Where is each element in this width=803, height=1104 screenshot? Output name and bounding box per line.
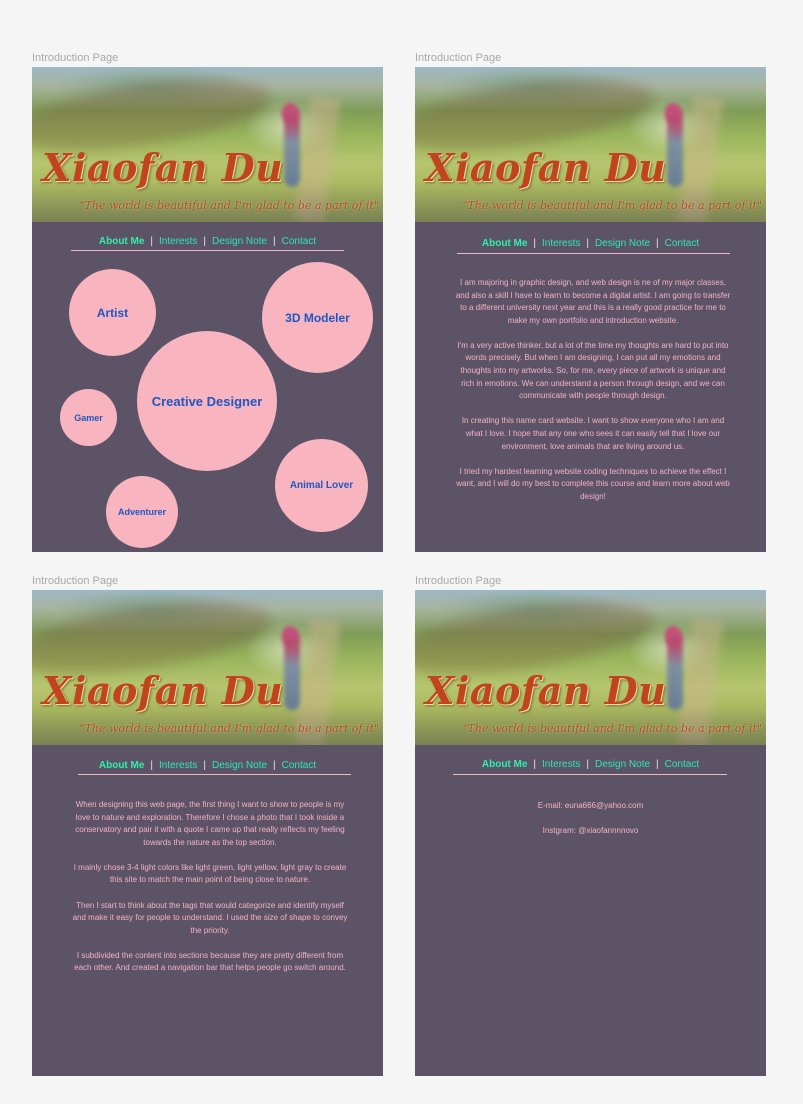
nav-bar: About Me | Interests | Design Note | Contact (32, 760, 383, 771)
hero-figure (667, 107, 683, 187)
hero-banner: Xiaofan Du "The world is beautiful and I… (415, 590, 766, 745)
hero-name: Xiaofan Du (425, 145, 667, 190)
bubble-gamer: Gamer (60, 389, 117, 446)
hero-banner: Xiaofan Du "The world is beautiful and I… (32, 67, 383, 222)
nav-bar: About Me | Interests | Design Note | Contact (415, 759, 766, 770)
nav-contact[interactable]: Contact (665, 759, 699, 770)
frame-label: Introduction Page (415, 575, 502, 587)
nav-bar: About Me | Interests | Design Note | Contact (415, 238, 766, 249)
bubble-animal-lover: Animal Lover (275, 439, 368, 532)
hero-banner: Xiaofan Du "The world is beautiful and I… (415, 67, 766, 222)
nav-interests[interactable]: Interests (542, 238, 580, 249)
frame-label: Introduction Page (32, 52, 119, 64)
nav-separator: | (150, 236, 154, 247)
hero-quote: "The world is beautiful and I'm glad to … (462, 722, 762, 735)
contact-instagram[interactable]: Instgram: @xiaofannnnovo (415, 826, 766, 835)
hero-figure (284, 630, 300, 710)
nav-design-note[interactable]: Design Note (595, 759, 650, 770)
design-note-paragraph: I subdivided the content into sections b… (74, 950, 346, 973)
nav-about-me[interactable]: About Me (482, 238, 528, 249)
nav-design-note[interactable]: Design Note (595, 238, 650, 249)
nav-interests[interactable]: Interests (159, 760, 197, 771)
nav-separator: | (203, 760, 206, 771)
nav-about-me[interactable]: About Me (99, 236, 145, 247)
about-paragraph: I'm a very active thinker, but a lot of … (457, 340, 729, 401)
nav-contact[interactable]: Contact (282, 236, 316, 247)
about-paragraph: I am majoring in graphic design, and web… (455, 278, 731, 325)
nav-bar: About Me | Interests | Design Note | Contact (32, 236, 383, 247)
about-paragraph: I tried my hardest learning website codi… (456, 466, 730, 501)
nav-separator: | (586, 238, 589, 249)
nav-interests[interactable]: Interests (542, 759, 580, 770)
nav-underline (71, 250, 344, 251)
nav-underline (457, 253, 730, 254)
design-note-paragraph: When designing this web page, the first … (75, 800, 345, 847)
nav-separator: | (533, 238, 537, 249)
hero-name: Xiaofan Du (42, 145, 284, 190)
hero-figure (667, 630, 683, 710)
hero-name: Xiaofan Du (42, 668, 284, 713)
nav-design-note[interactable]: Design Note (212, 236, 267, 247)
hero-name: Xiaofan Du (425, 668, 667, 713)
bubble-3d-modeler: 3D Modeler (262, 262, 373, 373)
hero-quote: "The world is beautiful and I'm glad to … (79, 199, 379, 212)
nav-interests[interactable]: Interests (159, 236, 197, 247)
nav-about-me[interactable]: About Me (482, 759, 528, 770)
design-note-text: When designing this web page, the first … (72, 799, 348, 988)
hero-quote: "The world is beautiful and I'm glad to … (79, 722, 379, 735)
about-paragraph: In creating this name card website. I wa… (461, 416, 725, 451)
frame-label: Introduction Page (32, 575, 119, 587)
frame-label: Introduction Page (415, 52, 502, 64)
hero-quote: "The world is beautiful and I'm glad to … (462, 199, 762, 212)
nav-contact[interactable]: Contact (665, 238, 699, 249)
contact-email[interactable]: E-mail: euna666@yahoo.com (415, 801, 766, 810)
intro-frame-design-note: Xiaofan Du "The world is beautiful and I… (32, 590, 383, 1076)
nav-separator: | (150, 760, 154, 771)
nav-separator: | (203, 236, 206, 247)
intro-frame-contact: Xiaofan Du "The world is beautiful and I… (415, 590, 766, 1076)
bubble-adventurer: Adventurer (106, 476, 178, 548)
nav-separator: | (586, 759, 589, 770)
nav-separator: | (273, 760, 276, 771)
nav-design-note[interactable]: Design Note (212, 760, 267, 771)
design-note-paragraph: I mainly chose 3-4 light colors like lig… (73, 862, 347, 885)
design-note-paragraph: Then I start to think about the tags tha… (72, 900, 348, 935)
intro-frame-bubbles: Xiaofan Du "The world is beautiful and I… (32, 67, 383, 552)
bubble-creative-designer: Creative Designer (137, 331, 277, 471)
nav-underline (78, 774, 351, 775)
nav-separator: | (273, 236, 276, 247)
nav-separator: | (656, 759, 659, 770)
nav-underline (453, 774, 727, 775)
hero-figure (284, 107, 300, 187)
intro-frame-about: Xiaofan Du "The world is beautiful and I… (415, 67, 766, 552)
nav-separator: | (533, 759, 537, 770)
nav-about-me[interactable]: About Me (99, 760, 145, 771)
nav-separator: | (656, 238, 659, 249)
about-text: I am majoring in graphic design, and web… (455, 277, 731, 516)
bubble-artist: Artist (69, 269, 156, 356)
nav-contact[interactable]: Contact (282, 760, 316, 771)
hero-banner: Xiaofan Du "The world is beautiful and I… (32, 590, 383, 745)
